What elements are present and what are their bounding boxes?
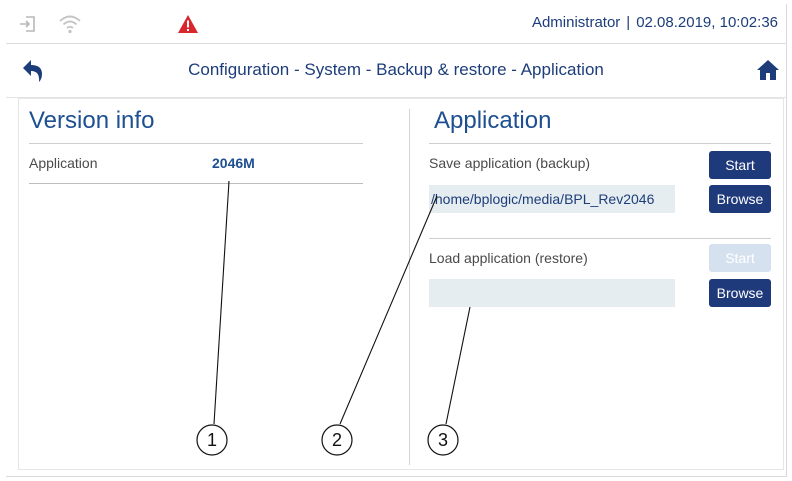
version-row-label: Application <box>29 155 98 171</box>
home-icon[interactable] <box>756 58 780 82</box>
login-icon[interactable] <box>18 14 38 34</box>
version-row-value: 2046M <box>212 155 255 171</box>
callout-number-2: 2 <box>331 430 342 450</box>
content-panel: Version info Application 2046M Applicati… <box>18 98 784 470</box>
status-bar: Administrator | 02.08.2019, 10:02:36 <box>6 4 786 44</box>
wifi-icon[interactable] <box>58 13 82 35</box>
save-path-field[interactable]: /home/bplogic/media/BPL_Rev2046 <box>429 185 675 213</box>
datetime: 02.08.2019, 10:02:36 <box>636 14 778 31</box>
save-browse-button[interactable]: Browse <box>709 185 771 213</box>
callout-number-1: 1 <box>206 430 217 450</box>
callout-number-3: 3 <box>437 430 448 450</box>
save-label: Save application (backup) <box>429 155 591 171</box>
status-separator: | <box>626 14 631 31</box>
load-browse-button[interactable]: Browse <box>709 279 771 307</box>
version-row-rule <box>29 183 363 184</box>
warning-icon[interactable] <box>177 14 199 34</box>
load-section-rule <box>429 238 771 239</box>
application-rule <box>429 143 771 144</box>
application-title: Application <box>434 107 552 134</box>
column-divider <box>409 109 410 465</box>
screen: Administrator | 02.08.2019, 10:02:36 Confi… <box>6 4 787 477</box>
load-start-button[interactable]: Start <box>709 244 771 272</box>
breadcrumb: Configuration - System - Backup & restor… <box>188 60 604 79</box>
load-path-field[interactable] <box>429 279 675 307</box>
save-start-button[interactable]: Start <box>709 151 771 179</box>
user-name: Administrator <box>531 14 621 31</box>
status-info: Administrator | 02.08.2019, 10:02:36 <box>532 14 778 31</box>
version-info-rule <box>29 143 363 144</box>
load-label: Load application (restore) <box>429 250 588 266</box>
version-info-title: Version info <box>29 107 155 134</box>
nav-bar: Configuration - System - Backup & restor… <box>6 44 786 98</box>
